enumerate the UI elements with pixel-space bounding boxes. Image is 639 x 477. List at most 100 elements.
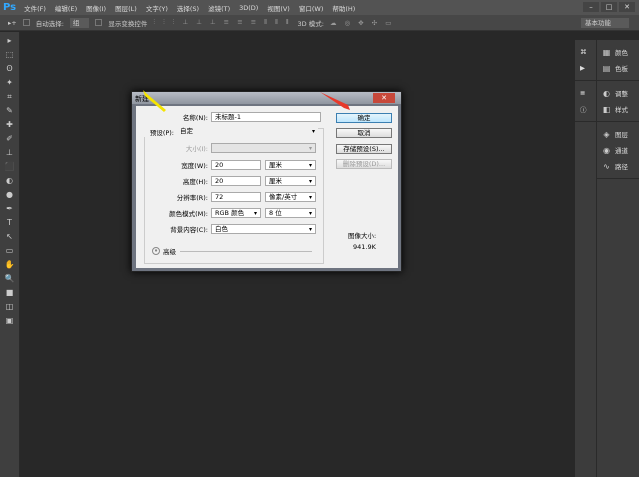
tool-quick-select-icon[interactable]: ✦: [4, 78, 16, 87]
size-label: 大小(I):: [185, 145, 208, 153]
width-unit-dropdown[interactable]: 厘米: [265, 160, 316, 170]
tool-gradient-icon[interactable]: ◐: [4, 176, 16, 185]
panel-adjustments[interactable]: ◐ 调整: [597, 85, 639, 101]
history-panel-icon[interactable]: ⌘: [575, 44, 596, 60]
menu-image[interactable]: 图像(I): [86, 3, 106, 13]
red-arrow-annotation: [320, 92, 350, 110]
tool-path-select-icon[interactable]: ↖: [4, 232, 16, 241]
3d-mode-label: 3D 模式:: [297, 19, 324, 28]
advanced-label[interactable]: 高级: [163, 246, 176, 256]
actions-panel-icon[interactable]: ▶: [575, 60, 596, 76]
menu-3d[interactable]: 3D(D): [239, 4, 258, 12]
tool-marquee-icon[interactable]: ⬚: [4, 50, 16, 59]
tool-eraser-icon[interactable]: ⬛: [4, 162, 16, 171]
3d-mode-icons[interactable]: ☁ ◎ ✥ ✣ ▭: [330, 19, 394, 27]
advanced-divider: [180, 250, 312, 252]
move-tool-icon[interactable]: ▸+: [8, 19, 17, 27]
auto-select-dropdown[interactable]: 组: [69, 17, 90, 28]
menu-edit[interactable]: 编辑(E): [55, 3, 77, 13]
menu-help[interactable]: 帮助(H): [332, 3, 355, 13]
tool-dodge-icon[interactable]: ●: [4, 190, 16, 199]
advanced-toggle-icon[interactable]: »: [152, 247, 160, 255]
tool-crop-icon[interactable]: ⌗: [4, 92, 16, 101]
panel-swatches[interactable]: ▤ 色板: [597, 60, 639, 76]
yellow-arrow-annotation: [143, 90, 166, 112]
adjustments-icon: ◐: [603, 88, 610, 98]
panel-paths[interactable]: ∿ 路径: [597, 158, 639, 174]
screen-mode-icon[interactable]: ▣: [4, 316, 16, 325]
panel-label: 调整: [615, 90, 628, 98]
tool-shape-icon[interactable]: ▭: [4, 246, 16, 255]
show-transform-checkbox[interactable]: [95, 19, 103, 26]
paths-icon: ∿: [603, 161, 610, 171]
image-size-label: 图像大小:: [348, 232, 377, 240]
menu-type[interactable]: 文字(Y): [146, 3, 168, 13]
menu-layer[interactable]: 图层(L): [115, 3, 137, 13]
save-preset-button[interactable]: 存储预设(S)...: [336, 144, 392, 154]
tool-healing-icon[interactable]: ✚: [4, 120, 16, 129]
panel-label: 样式: [615, 106, 628, 114]
options-bar: ▸+ 自动选择: 组 显示变换控件 ⫶ ⫶ ⫶ ⊥ ⊥ ⊥ ≡ ≡ ≡ ⫴ ⫴ …: [0, 15, 639, 31]
menu-select[interactable]: 选择(S): [177, 3, 199, 13]
quick-mask-icon[interactable]: ◫: [4, 302, 16, 311]
panel-label: 色板: [615, 65, 628, 73]
resolution-label: 分辨率(R):: [176, 194, 208, 202]
maximize-button[interactable]: □: [601, 2, 617, 12]
tool-move-icon[interactable]: ▸: [4, 36, 16, 45]
bit-depth-dropdown[interactable]: 8 位: [265, 208, 316, 218]
info-panel-icon[interactable]: ⓘ: [575, 101, 596, 117]
panel-layers[interactable]: ◈ 图层: [597, 126, 639, 142]
panel-styles[interactable]: ◧ 样式: [597, 101, 639, 117]
delete-preset-button: 删除预设(D)...: [336, 159, 392, 169]
color-icon: ▦: [602, 47, 611, 57]
height-label: 高度(H):: [182, 178, 208, 186]
height-unit-dropdown[interactable]: 厘米: [265, 176, 316, 186]
tool-type-icon[interactable]: T: [4, 218, 16, 227]
height-input[interactable]: 20: [211, 176, 261, 186]
properties-panel-icon[interactable]: ≣: [575, 85, 596, 101]
name-input[interactable]: 未标题-1: [211, 112, 321, 122]
tool-brush-icon[interactable]: ✐: [4, 134, 16, 143]
background-dropdown[interactable]: 白色: [211, 224, 316, 234]
minimize-button[interactable]: –: [583, 2, 599, 12]
auto-select-checkbox[interactable]: [22, 19, 30, 26]
dialog-title: 新建: [132, 92, 401, 104]
workspace-dropdown[interactable]: 基本功能: [581, 18, 629, 28]
tools-panel: ▸ ⬚ ʘ ✦ ⌗ ✎ ✚ ✐ ⊥ ⬛ ◐ ● ✒ T ↖ ▭ ✋ 🔍 ■ ◫ …: [0, 32, 20, 477]
tool-lasso-icon[interactable]: ʘ: [4, 64, 16, 73]
show-transform-label: 显示变换控件: [108, 19, 148, 28]
menu-file[interactable]: 文件(F): [24, 3, 46, 13]
menu-filter[interactable]: 滤镜(T): [208, 3, 230, 13]
menu-window[interactable]: 窗口(W): [299, 3, 324, 13]
width-input[interactable]: 20: [211, 160, 261, 170]
tool-eyedropper-icon[interactable]: ✎: [4, 106, 16, 115]
preset-dropdown[interactable]: 自定: [177, 127, 318, 137]
resolution-unit-dropdown[interactable]: 像素/英寸: [265, 192, 316, 202]
align-icons[interactable]: ⫶ ⫶ ⫶ ⊥ ⊥ ⊥ ≡ ≡ ≡ ⫴ ⫴ ⫴: [153, 18, 291, 27]
color-swatches-icon[interactable]: ■: [4, 288, 16, 297]
dialog-close-button[interactable]: ✕: [373, 93, 395, 103]
tool-hand-icon[interactable]: ✋: [4, 260, 16, 269]
ok-button[interactable]: 确定: [336, 113, 392, 123]
panel-color[interactable]: ▦ 颜色: [597, 44, 639, 60]
preset-label: 预设(P):: [149, 129, 174, 137]
menu-view[interactable]: 视图(V): [267, 3, 290, 13]
panel-channels[interactable]: ◉ 通道: [597, 142, 639, 158]
panel-dock: ⌘ ▶ ≣ ⓘ ▦ 颜色 ▤ 色板 ◐ 调整 ◧ 样式 ◈ 图层 ◉ 通道 ∿ 路径: [575, 40, 639, 477]
channels-icon: ◉: [603, 145, 610, 155]
tool-zoom-icon[interactable]: 🔍: [4, 274, 16, 283]
menu-bar: Ps 文件(F) 编辑(E) 图像(I) 图层(L) 文字(Y) 选择(S) 滤…: [0, 0, 639, 15]
tool-stamp-icon[interactable]: ⊥: [4, 148, 16, 157]
color-mode-label: 颜色模式(M):: [169, 210, 208, 218]
auto-select-label: 自动选择:: [35, 19, 64, 28]
panel-label: 图层: [615, 131, 628, 139]
swatches-icon: ▤: [602, 63, 611, 73]
tool-pen-icon[interactable]: ✒: [4, 204, 16, 213]
color-mode-dropdown[interactable]: RGB 颜色: [211, 208, 261, 218]
photoshop-logo: Ps: [3, 2, 17, 13]
styles-icon: ◧: [602, 104, 611, 114]
cancel-button[interactable]: 取消: [336, 128, 392, 138]
resolution-input[interactable]: 72: [211, 192, 261, 202]
close-button[interactable]: ✕: [619, 2, 635, 12]
size-dropdown: [211, 143, 316, 153]
